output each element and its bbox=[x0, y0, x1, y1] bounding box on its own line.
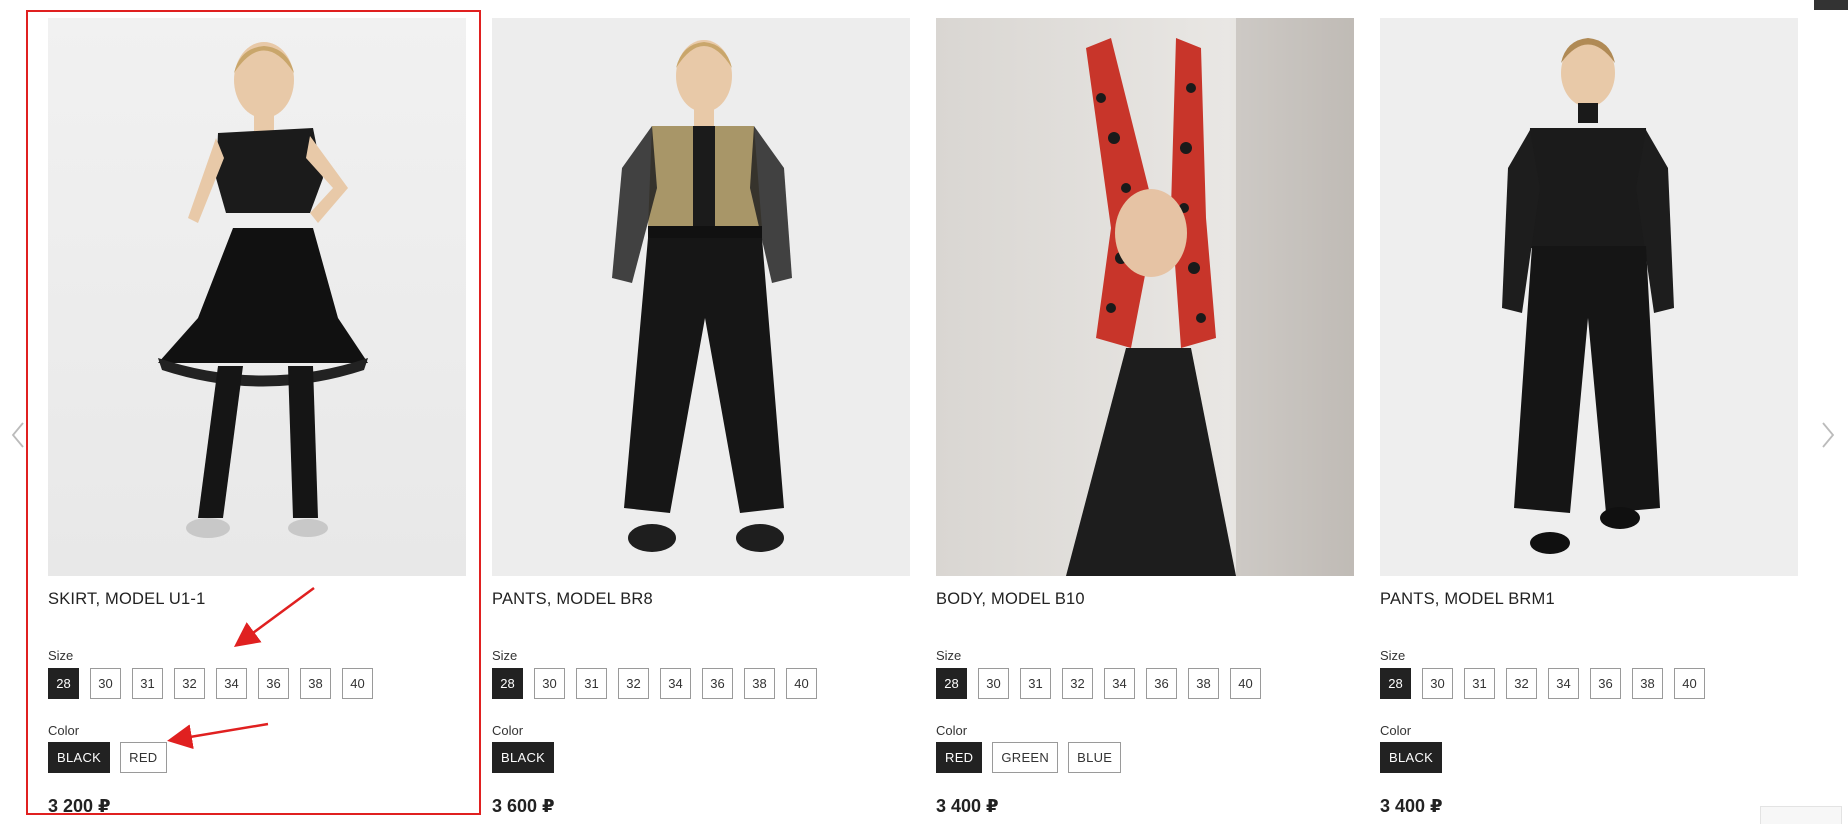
size-option[interactable]: 28 bbox=[48, 668, 79, 699]
size-option[interactable]: 40 bbox=[1674, 668, 1705, 699]
product-photo[interactable] bbox=[492, 18, 910, 576]
size-option[interactable]: 38 bbox=[744, 668, 775, 699]
color-options: RED GREEN BLUE bbox=[936, 742, 1122, 773]
size-option[interactable]: 28 bbox=[1380, 668, 1411, 699]
size-label: Size bbox=[492, 648, 518, 663]
color-option[interactable]: BLACK bbox=[48, 742, 111, 773]
size-label: Size bbox=[936, 648, 962, 663]
product-name[interactable]: PANTS, MODEL BR8 bbox=[492, 590, 653, 609]
product-name[interactable]: PANTS, MODEL BRM1 bbox=[1380, 590, 1555, 609]
product-image bbox=[936, 18, 1354, 576]
size-option[interactable]: 32 bbox=[1062, 668, 1093, 699]
size-option[interactable]: 36 bbox=[258, 668, 289, 699]
product-image bbox=[1380, 18, 1798, 576]
product-carousel: SKIRT, MODEL U1-1 Size 28 30 31 32 34 36… bbox=[0, 0, 1848, 824]
product-price: 3 400 ₽ bbox=[936, 796, 999, 816]
size-option[interactable]: 31 bbox=[132, 668, 163, 699]
color-option[interactable]: GREEN bbox=[992, 742, 1059, 773]
chevron-right-icon bbox=[1822, 422, 1835, 448]
color-label: Color bbox=[936, 723, 968, 738]
product-photo[interactable] bbox=[48, 18, 466, 576]
size-option[interactable]: 40 bbox=[342, 668, 373, 699]
product-image bbox=[48, 18, 466, 576]
size-option[interactable]: 34 bbox=[660, 668, 691, 699]
size-option[interactable]: 31 bbox=[1464, 668, 1495, 699]
size-option[interactable]: 34 bbox=[1104, 668, 1135, 699]
size-option[interactable]: 32 bbox=[618, 668, 649, 699]
color-label: Color bbox=[492, 723, 524, 738]
product-photo[interactable] bbox=[936, 18, 1354, 576]
product-name[interactable]: BODY, MODEL B10 bbox=[936, 590, 1085, 609]
product-price: 3 600 ₽ bbox=[492, 796, 555, 816]
color-options: BLACK bbox=[492, 742, 555, 773]
size-options: 28 30 31 32 34 36 38 40 bbox=[936, 668, 1261, 699]
size-options: 28 30 31 32 34 36 38 40 bbox=[48, 668, 373, 699]
size-option[interactable]: 30 bbox=[978, 668, 1009, 699]
color-option[interactable]: RED bbox=[936, 742, 983, 773]
size-label: Size bbox=[48, 648, 74, 663]
color-options: BLACK RED bbox=[48, 742, 167, 773]
size-option[interactable]: 30 bbox=[1422, 668, 1453, 699]
size-option[interactable]: 31 bbox=[576, 668, 607, 699]
color-options: BLACK bbox=[1380, 742, 1443, 773]
size-label: Size bbox=[1380, 648, 1406, 663]
size-option[interactable]: 40 bbox=[1230, 668, 1261, 699]
product-card[interactable]: BODY, MODEL B10 Size 28 30 31 32 34 36 3… bbox=[936, 18, 1354, 816]
size-options: 28 30 31 32 34 36 38 40 bbox=[492, 668, 817, 699]
size-option[interactable]: 32 bbox=[174, 668, 205, 699]
product-price: 3 200 ₽ bbox=[48, 796, 111, 816]
size-option[interactable]: 34 bbox=[1548, 668, 1579, 699]
product-photo[interactable] bbox=[1380, 18, 1798, 576]
close-corner-button[interactable] bbox=[1814, 0, 1848, 10]
color-option[interactable]: BLACK bbox=[492, 742, 555, 773]
size-option[interactable]: 36 bbox=[702, 668, 733, 699]
product-name[interactable]: SKIRT, MODEL U1-1 bbox=[48, 590, 205, 609]
size-option[interactable]: 28 bbox=[492, 668, 523, 699]
size-option[interactable]: 32 bbox=[1506, 668, 1537, 699]
size-option[interactable]: 36 bbox=[1146, 668, 1177, 699]
product-image bbox=[492, 18, 910, 576]
chevron-left-icon bbox=[11, 422, 24, 448]
color-label: Color bbox=[48, 723, 80, 738]
size-option[interactable]: 31 bbox=[1020, 668, 1051, 699]
size-options: 28 30 31 32 34 36 38 40 bbox=[1380, 668, 1705, 699]
product-card[interactable]: PANTS, MODEL BR8 Size 28 30 31 32 34 36 … bbox=[492, 18, 910, 816]
size-option[interactable]: 28 bbox=[936, 668, 967, 699]
color-option[interactable]: BLUE bbox=[1068, 742, 1122, 773]
size-option[interactable]: 38 bbox=[300, 668, 331, 699]
color-label: Color bbox=[1380, 723, 1412, 738]
corner-widget[interactable] bbox=[1760, 806, 1842, 824]
product-card[interactable]: PANTS, MODEL BRM1 Size 28 30 31 32 34 36… bbox=[1380, 18, 1798, 816]
color-option[interactable]: RED bbox=[120, 742, 167, 773]
color-option[interactable]: BLACK bbox=[1380, 742, 1443, 773]
product-card[interactable]: SKIRT, MODEL U1-1 Size 28 30 31 32 34 36… bbox=[26, 10, 481, 816]
carousel-next-button[interactable] bbox=[1816, 420, 1838, 450]
size-option[interactable]: 36 bbox=[1590, 668, 1621, 699]
carousel-prev-button[interactable] bbox=[8, 420, 30, 450]
size-option[interactable]: 40 bbox=[786, 668, 817, 699]
product-price: 3 400 ₽ bbox=[1380, 796, 1443, 816]
size-option[interactable]: 30 bbox=[90, 668, 121, 699]
size-option[interactable]: 34 bbox=[216, 668, 247, 699]
size-option[interactable]: 38 bbox=[1188, 668, 1219, 699]
size-option[interactable]: 38 bbox=[1632, 668, 1663, 699]
size-option[interactable]: 30 bbox=[534, 668, 565, 699]
